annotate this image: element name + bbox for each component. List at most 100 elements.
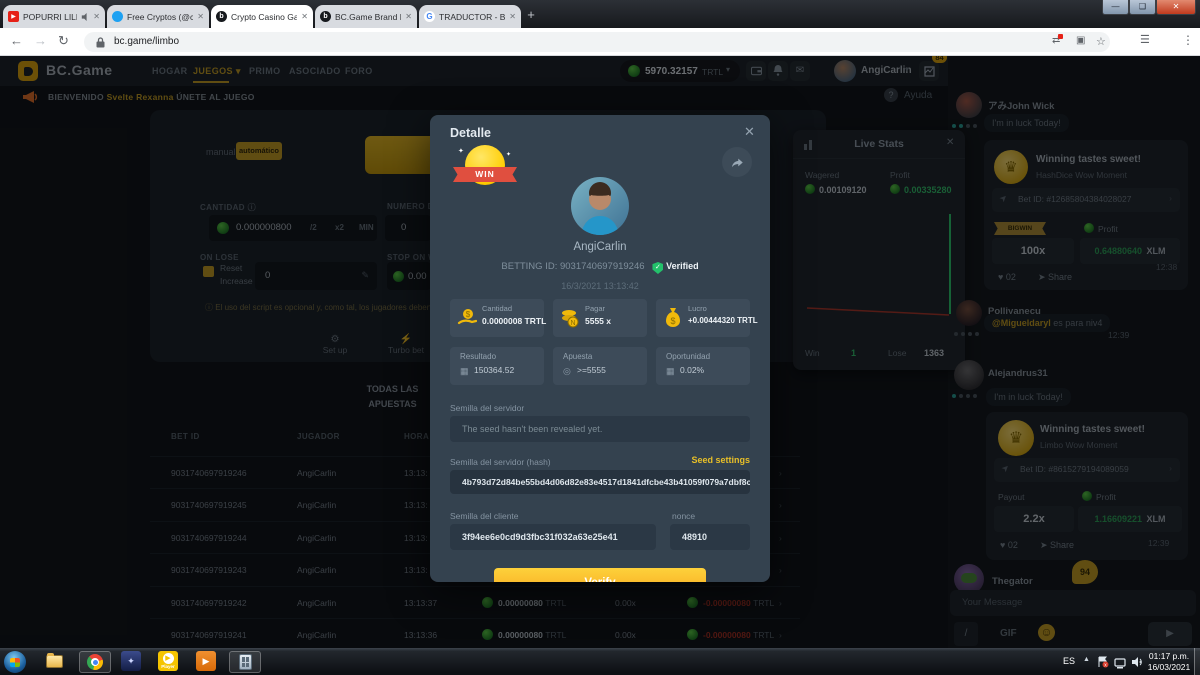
stat-value: 5555 x: [585, 316, 611, 326]
tab-title: Free Cryptos (@cryptosfaucets) /: [127, 12, 193, 22]
stat-resultado: Resultado ▦ 150364.52: [450, 347, 544, 385]
tab-close-icon[interactable]: ✕: [197, 12, 204, 21]
browser-tabstrip: ▶ POPURRI LILLY GOODMAN: ✕ Free Cryptos …: [0, 0, 1200, 28]
taskbar-calculator-icon[interactable]: [229, 651, 261, 673]
seed-settings-link[interactable]: Seed settings: [691, 455, 750, 465]
tray-show-hidden-icon[interactable]: ▲: [1083, 656, 1090, 663]
taskbar-explorer-icon[interactable]: [44, 651, 64, 671]
bcgame-favicon: b: [320, 11, 331, 22]
betting-id-value: 9031740697919246: [560, 261, 645, 272]
stat-value: +0.00444320 TRTL: [688, 316, 758, 325]
bcgame-favicon: b: [216, 11, 227, 22]
svg-text:N: N: [570, 320, 575, 327]
client-seed-input[interactable]: 3f94ee6e0cd9d3fbc31f032a63e25e41: [450, 524, 656, 550]
tray-network-icon[interactable]: [1114, 656, 1127, 667]
modal-title: Detalle: [450, 126, 491, 140]
pip-icon[interactable]: ▣: [1076, 35, 1085, 46]
bet-user-avatar[interactable]: [571, 177, 629, 235]
youtube-favicon: ▶: [8, 11, 19, 22]
reload-icon[interactable]: ↻: [58, 33, 69, 49]
url-bar[interactable]: bc.game/limbo ⇄ ▣ ☆: [84, 32, 1110, 52]
tab-close-icon[interactable]: ✕: [301, 12, 308, 21]
forward-icon[interactable]: →: [34, 33, 47, 48]
tab-close-icon[interactable]: ✕: [93, 12, 100, 21]
bcgame-page: BC.Game HOGAR JUEGOS ▾ PRIMO ASOCIADO FO…: [0, 56, 1200, 648]
tray-volume-icon[interactable]: [1131, 655, 1144, 667]
hand-coin-icon: $: [457, 308, 477, 328]
maximize-button[interactable]: ❑: [1129, 0, 1156, 15]
stat-pagar: N Pagar 5555 x: [553, 299, 647, 337]
client-seed-label: Semilla del cliente: [450, 511, 519, 521]
screen: ▶ POPURRI LILLY GOODMAN: ✕ Free Cryptos …: [0, 0, 1200, 675]
stat-label: Oportunidad: [666, 352, 710, 361]
bookmark-star-icon[interactable]: ☆: [1096, 35, 1106, 48]
taskbar-chrome-icon[interactable]: [79, 651, 111, 673]
new-tab-button[interactable]: +: [522, 8, 540, 24]
tray-clock[interactable]: 01:17 p.m. 16/03/2021: [1146, 651, 1192, 672]
browser-toolbar: ← → ↻ bc.game/limbo ⇄ ▣ ☆ ☰ ⋮: [0, 28, 1200, 56]
nonce-label: nonce: [672, 511, 695, 521]
browser-tab-google[interactable]: G TRADUCTOR - Buscar con Googl ✕: [419, 5, 521, 28]
server-seed-hash-input[interactable]: 4b793d72d84be55bd4d06d82e83e4517d1841dfc…: [450, 470, 750, 494]
taskbar-player-icon[interactable]: ▶ Player: [158, 651, 178, 671]
server-seed-label: Semilla del servidor: [450, 403, 524, 413]
tray-language[interactable]: ES: [1063, 656, 1075, 666]
dice-icon: ▦: [460, 366, 469, 377]
share-arrow-icon: [730, 156, 744, 169]
verify-button[interactable]: Verify: [494, 568, 706, 582]
bet-datetime: 16/3/2021 13:13:42: [430, 281, 770, 291]
stat-oportunidad: Oportunidad ▦ 0.02%: [656, 347, 750, 385]
tab-audio-icon: [81, 13, 89, 21]
stat-value: 0.0000008 TRTL: [482, 316, 546, 326]
tab-title: POPURRI LILLY GOODMAN:: [23, 12, 77, 22]
verified-label: Verified: [666, 261, 699, 271]
twitter-favicon: [112, 11, 123, 22]
url-text: bc.game/limbo: [114, 36, 179, 47]
tab-close-icon[interactable]: ✕: [509, 12, 516, 21]
stat-label: Lucro: [688, 304, 707, 313]
stat-value: 0.02%: [680, 365, 704, 375]
reader-extension-icon[interactable]: ⇄: [1052, 35, 1060, 46]
google-favicon: G: [424, 11, 435, 22]
close-button[interactable]: ✕: [1156, 0, 1196, 15]
minimize-button[interactable]: —: [1102, 0, 1129, 15]
share-button[interactable]: [722, 147, 752, 177]
clock-time: 01:17 p.m.: [1146, 651, 1192, 662]
close-icon[interactable]: ✕: [744, 124, 755, 140]
browser-tab-twitter[interactable]: Free Cryptos (@cryptosfaucets) / ✕: [107, 5, 209, 28]
nonce-input[interactable]: 48910: [670, 524, 750, 550]
target-icon: ◎: [563, 366, 571, 377]
stat-apuesta: Apuesta ◎ >=5555: [553, 347, 647, 385]
tab-title: BC.Game Brand New Medal Even: [335, 12, 401, 22]
tab-title: Crypto Casino Games - The 16 B: [231, 12, 297, 22]
stat-label: Apuesta: [563, 352, 592, 361]
win-badge: ✦ ✦ WIN: [456, 145, 514, 197]
browser-tab-bcgame-active[interactable]: b Crypto Casino Games - The 16 B ✕: [211, 5, 313, 28]
tray-action-center-icon[interactable]: x: [1097, 655, 1109, 667]
taskbar: ✦ ▶ Player ▶ ES ▲ x 01:17 p.m. 16/03/202…: [0, 648, 1200, 675]
bet-username: AngiCarlin: [430, 241, 770, 253]
stat-label: Pagar: [585, 304, 605, 313]
tab-close-icon[interactable]: ✕: [405, 12, 412, 21]
list-extension-icon[interactable]: ☰: [1140, 33, 1150, 46]
server-seed-input[interactable]: The seed hasn't been revealed yet.: [450, 416, 750, 442]
back-icon[interactable]: ←: [10, 33, 23, 48]
coin-stack-icon: N: [560, 308, 580, 328]
bet-detail-modal: Detalle ✕ ✦ ✦ WIN AngiCarlin BETT: [430, 115, 770, 582]
start-button[interactable]: [4, 651, 26, 673]
taskbar-video-editor-icon[interactable]: ✦: [121, 651, 141, 671]
verified-shield-icon: ✓: [652, 262, 663, 274]
taskbar-play-icon[interactable]: ▶: [196, 651, 216, 671]
stat-label: Resultado: [460, 352, 496, 361]
show-desktop-button[interactable]: [1194, 648, 1200, 675]
padlock-icon: [96, 37, 105, 48]
stat-value: >=5555: [577, 365, 606, 375]
stat-cantidad: $ Cantidad 0.0000008 TRTL: [450, 299, 544, 337]
kebab-menu-icon[interactable]: ⋮: [1182, 33, 1194, 47]
window-controls: — ❑ ✕: [1102, 0, 1196, 15]
money-bag-icon: $: [663, 307, 683, 329]
svg-text:$: $: [466, 310, 471, 319]
stat-lucro: $ Lucro +0.00444320 TRTL: [656, 299, 750, 337]
browser-tab-youtube[interactable]: ▶ POPURRI LILLY GOODMAN: ✕: [3, 5, 105, 28]
browser-tab-bcgame2[interactable]: b BC.Game Brand New Medal Even ✕: [315, 5, 417, 28]
